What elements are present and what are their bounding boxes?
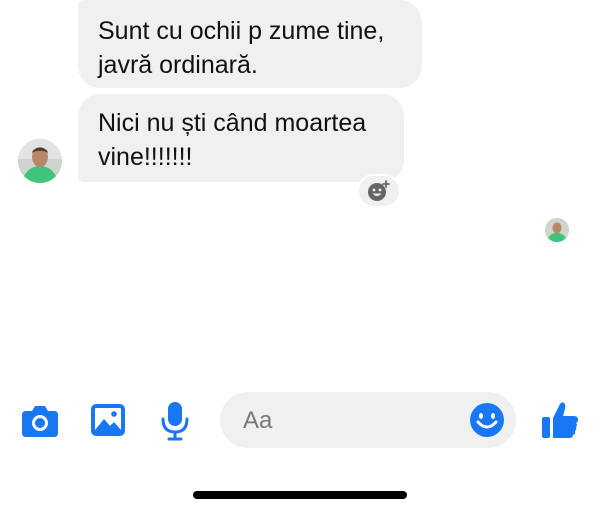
camera-button[interactable] <box>20 403 60 439</box>
message-bubble[interactable]: Nici nu ști când moartea vine!!!!!!! <box>78 94 404 182</box>
message-line: javră ordinară. <box>98 51 258 79</box>
sender-avatar[interactable] <box>18 139 62 183</box>
smiley-icon <box>470 403 504 437</box>
voice-record-button[interactable] <box>160 401 190 441</box>
add-reaction-icon <box>368 180 390 201</box>
message-bubble[interactable]: Sunt cu ochii p zume tine, javră ordinar… <box>78 0 422 88</box>
gallery-button[interactable] <box>90 403 126 437</box>
image-icon <box>91 404 125 436</box>
emoji-button[interactable] <box>468 401 506 439</box>
microphone-icon <box>161 402 189 441</box>
message-line: Sunt cu ochii p zume tine, <box>98 17 385 45</box>
thumbs-up-icon <box>542 402 578 438</box>
message-composer[interactable]: Aa <box>220 392 516 448</box>
message-line: Nici nu ști când moartea <box>98 109 367 137</box>
home-indicator[interactable] <box>193 491 407 499</box>
camera-icon <box>22 406 58 437</box>
message-input-placeholder[interactable]: Aa <box>243 407 272 435</box>
read-receipt-avatar <box>545 218 569 242</box>
message-line: vine!!!!!!! <box>98 143 193 171</box>
add-reaction-button[interactable] <box>357 174 401 208</box>
like-button[interactable] <box>540 400 580 440</box>
